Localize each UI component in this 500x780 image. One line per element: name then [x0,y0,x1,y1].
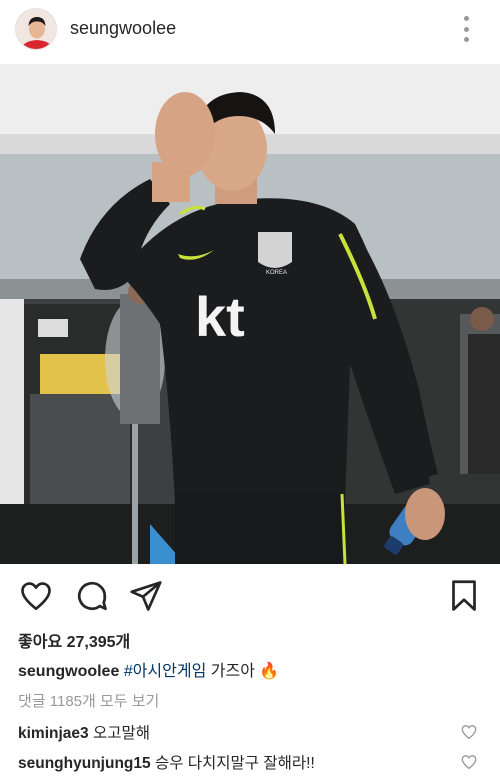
comment-username[interactable]: kiminjae3 [18,725,89,742]
caption-text: 가즈아 [210,663,255,680]
comment-icon[interactable] [74,578,110,614]
comment-item: seunghyunjung15 승우 다치지말구 잘해라!! [18,751,315,773]
comment-username[interactable]: seunghyunjung15 [18,755,151,772]
like-count[interactable]: 좋아요 27,395개 [18,628,130,652]
more-vertical-icon[interactable] [455,14,477,44]
heart-icon[interactable] [18,578,54,614]
comment-heart-icon[interactable] [460,753,478,771]
avatar-image [16,9,56,49]
bookmark-icon[interactable] [446,578,482,614]
fire-emoji: 🔥 [259,663,280,680]
post-username[interactable]: seungwoolee [70,18,176,39]
comment-text: 승우 다치지말구 잘해라!! [154,755,315,772]
action-bar [0,572,500,620]
kt-logo-text: kt [195,285,245,348]
player-photo: kt KOREA [0,64,500,564]
post-photo[interactable]: kt KOREA [0,64,500,564]
send-icon[interactable] [128,578,164,614]
post-header: seungwoolee [0,0,500,58]
comment-heart-icon[interactable] [460,723,478,741]
comment-text: 오고말해 [92,725,151,742]
comment-item: kiminjae3 오고말해 [18,721,150,743]
korea-badge-text: KOREA [266,270,287,276]
avatar[interactable] [15,8,57,50]
caption: seungwoolee #아시안게임 가즈아 🔥 [18,657,279,681]
view-all-comments-link[interactable]: 댓글 1185개 모두 보기 [18,690,159,711]
caption-hashtag[interactable]: #아시안게임 [124,663,207,680]
caption-username[interactable]: seungwoolee [18,663,119,680]
